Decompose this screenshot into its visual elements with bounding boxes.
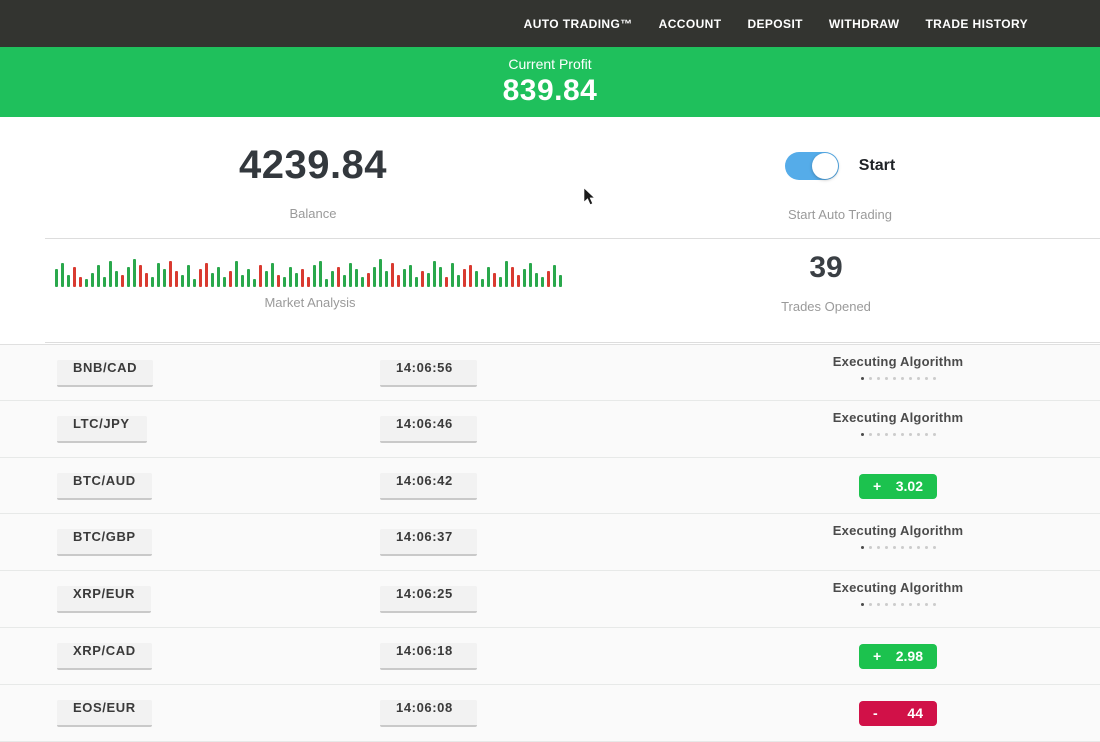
time-badge: 14:06:37	[380, 529, 477, 556]
pair-badge: XRP/EUR	[57, 586, 151, 613]
table-row: BTC/AUD 14:06:42 + 3.02	[0, 458, 1100, 515]
result-amount: 2.98	[896, 648, 923, 664]
pair-badge: BTC/AUD	[57, 473, 152, 500]
current-profit-label: Current Profit	[508, 56, 591, 72]
loader-dots	[808, 433, 988, 436]
time-badge: 14:06:18	[380, 643, 477, 670]
nav-item-trade-history[interactable]: TRADE HISTORY	[925, 17, 1028, 31]
auto-trading-toggle-block: Start Start Auto Trading	[740, 117, 940, 238]
pair-badge: BNB/CAD	[57, 360, 153, 387]
result-sign: +	[873, 478, 881, 494]
result-amount: 44	[907, 705, 923, 721]
loader-dots	[808, 603, 988, 606]
top-navbar: AUTO TRADING™ ACCOUNT DEPOSIT WITHDRAW T…	[0, 0, 1100, 47]
table-row: XRP/EUR 14:06:25 Executing Algorithm	[0, 571, 1100, 628]
market-analysis-caption: Market Analysis	[55, 295, 565, 310]
result-sign: -	[873, 705, 878, 721]
time-badge: 14:06:46	[380, 416, 477, 443]
balance-block: 4239.84 Balance	[163, 143, 463, 221]
trades-opened-block: 39 Trades Opened	[726, 239, 926, 314]
table-top-divider	[45, 342, 1100, 343]
balance-caption: Balance	[163, 206, 463, 221]
market-section: Market Analysis 39 Trades Opened	[0, 239, 1100, 341]
status-executing: Executing Algorithm	[808, 410, 988, 436]
table-row: LTC/JPY 14:06:46 Executing Algorithm	[0, 401, 1100, 458]
time-badge: 14:06:56	[380, 360, 477, 387]
executing-label: Executing Algorithm	[808, 410, 988, 425]
balance-value: 4239.84	[163, 143, 463, 188]
executing-label: Executing Algorithm	[808, 523, 988, 538]
profit-badge: + 2.98	[859, 644, 937, 669]
balance-section: 4239.84 Balance Start Start Auto Trading	[0, 117, 1100, 238]
toggle-knob	[812, 153, 838, 179]
pair-badge: EOS/EUR	[57, 700, 152, 727]
status-executing: Executing Algorithm	[808, 580, 988, 606]
loader-dots	[808, 377, 988, 380]
current-profit-banner: Current Profit 839.84	[0, 47, 1100, 117]
executing-label: Executing Algorithm	[808, 580, 988, 595]
pair-badge: XRP/CAD	[57, 643, 152, 670]
nav-item-withdraw[interactable]: WITHDRAW	[829, 17, 900, 31]
status-executing: Executing Algorithm	[808, 354, 988, 380]
table-row: XRP/CAD 14:06:18 + 2.98	[0, 628, 1100, 685]
profit-badge: + 3.02	[859, 474, 937, 499]
trades-opened-value: 39	[726, 251, 926, 285]
result-amount: 3.02	[896, 478, 923, 494]
pair-badge: BTC/GBP	[57, 529, 152, 556]
executing-label: Executing Algorithm	[808, 354, 988, 369]
time-badge: 14:06:25	[380, 586, 477, 613]
table-row: EOS/EUR 14:06:08 - 44	[0, 685, 1100, 742]
nav-item-auto-trading[interactable]: AUTO TRADING™	[524, 17, 633, 31]
trades-opened-caption: Trades Opened	[726, 299, 926, 314]
nav-item-deposit[interactable]: DEPOSIT	[747, 17, 802, 31]
loss-badge: - 44	[859, 701, 937, 726]
time-badge: 14:06:08	[380, 700, 477, 727]
result-sign: +	[873, 648, 881, 664]
table-row: BTC/GBP 14:06:37 Executing Algorithm	[0, 514, 1100, 571]
pair-badge: LTC/JPY	[57, 416, 147, 443]
current-profit-value: 839.84	[503, 74, 598, 108]
status-executing: Executing Algorithm	[808, 523, 988, 549]
time-badge: 14:06:42	[380, 473, 477, 500]
market-analysis-chart	[55, 253, 565, 287]
auto-trading-page: AUTO TRADING™ ACCOUNT DEPOSIT WITHDRAW T…	[0, 0, 1100, 742]
table-row: BNB/CAD 14:06:56 Executing Algorithm	[0, 344, 1100, 401]
trades-table: BNB/CAD 14:06:56 Executing Algorithm LTC…	[0, 344, 1100, 742]
toggle-label: Start	[859, 157, 895, 175]
auto-trading-toggle[interactable]	[785, 152, 839, 180]
auto-trading-caption: Start Auto Trading	[740, 207, 940, 222]
nav-item-account[interactable]: ACCOUNT	[659, 17, 722, 31]
loader-dots	[808, 546, 988, 549]
